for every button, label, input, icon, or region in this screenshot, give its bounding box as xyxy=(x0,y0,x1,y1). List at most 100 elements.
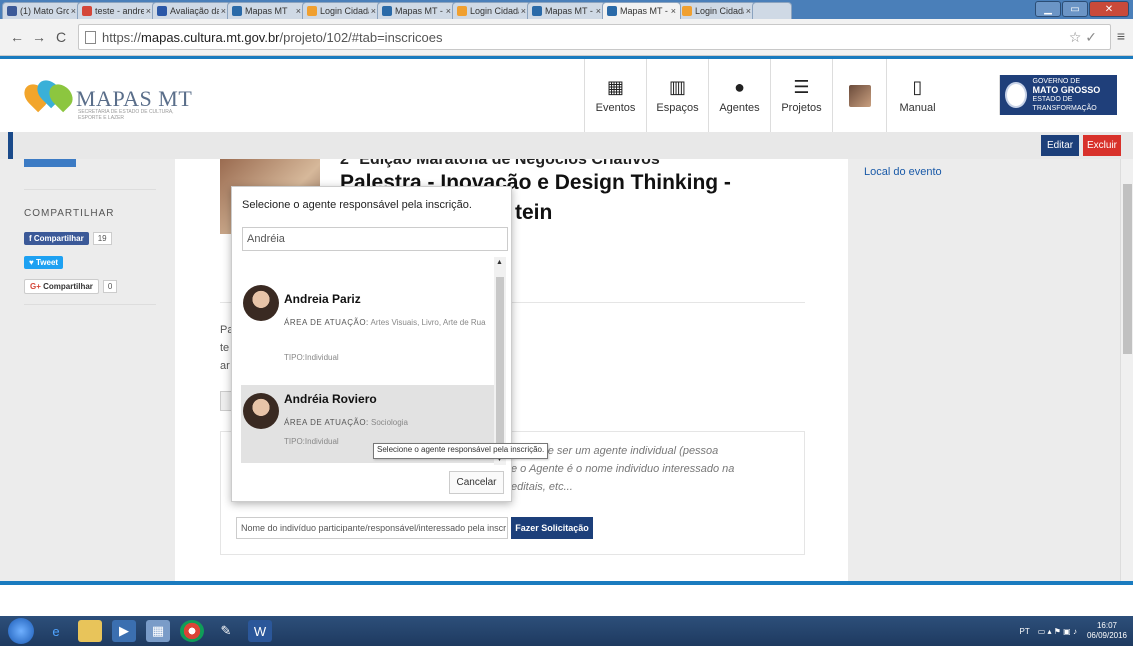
minimize-icon[interactable]: ▁ xyxy=(1035,1,1061,17)
gplus-share[interactable]: G+ Compartilhar 0 xyxy=(24,279,118,294)
agent-type: TIPO:Individual xyxy=(284,353,339,362)
tab-close-icon[interactable]: × xyxy=(296,6,301,16)
divider xyxy=(24,189,156,190)
clock-date: 06/09/2016 xyxy=(1086,631,1127,640)
window-controls: ▁ ▭ ✕ xyxy=(1035,1,1129,17)
cancel-button[interactable]: Cancelar xyxy=(449,471,504,494)
tab-close-icon[interactable]: × xyxy=(146,6,151,16)
map-pins-icon xyxy=(19,75,78,121)
browser-tab[interactable]: Mapas MT - Pal× xyxy=(527,2,606,19)
nav-item-espaços[interactable]: ▥ Espaços xyxy=(646,59,708,132)
state-seal-icon xyxy=(1005,82,1027,108)
media-icon[interactable]: ▶ xyxy=(112,620,136,642)
facebook-share-label: Compartilhar xyxy=(33,234,84,243)
nav-item-manual[interactable]: ▯ Manual xyxy=(886,59,948,132)
tab-close-icon[interactable]: × xyxy=(221,6,226,16)
address-bar[interactable]: https://mapas.cultura.mt.gov.br/projeto/… xyxy=(78,24,1111,50)
browser-tab[interactable]: Login Cidadão× xyxy=(302,2,381,19)
calendar-icon: ▦ xyxy=(606,77,624,97)
browser-tab[interactable]: Login Cidadão× xyxy=(677,2,756,19)
tab-favicon-icon xyxy=(307,6,317,16)
scroll-up-icon[interactable]: ▲ xyxy=(496,259,503,266)
left-sidebar: COMPARTILHAR f Compartilhar 19 ♥ Tweet G… xyxy=(0,159,175,581)
participant-name-input[interactable]: Nome do indivíduo participante/responsáv… xyxy=(236,517,508,539)
gplus-share-label: Compartilhar xyxy=(43,282,93,291)
agent-item[interactable]: Andreia Pariz ÁREA DE ATUAÇÃO: Artes Vis… xyxy=(241,285,496,363)
nav-item-projetos[interactable]: ☰ Projetos xyxy=(770,59,832,132)
dialog-title: Selecione o agente responsável pela insc… xyxy=(242,199,472,211)
area-label: ÁREA DE ATUAÇÃO: xyxy=(284,318,369,327)
tab-close-icon[interactable]: × xyxy=(596,6,601,16)
agent-list-scrollbar[interactable]: ▲ ▼ xyxy=(494,257,506,465)
bookmark-star-icon[interactable]: ☆ ✓ xyxy=(1069,29,1097,46)
browser-tab[interactable]: Login Cidadão× xyxy=(452,2,531,19)
info-line: Ele deve ser um agente individual (pesso… xyxy=(511,445,719,457)
facebook-share[interactable]: f Compartilhar 19 xyxy=(24,232,112,245)
gplus-share-button[interactable]: G+ Compartilhar xyxy=(24,279,99,294)
facebook-share-button[interactable]: f Compartilhar xyxy=(24,232,89,245)
tab-close-icon[interactable]: × xyxy=(671,6,676,16)
calculator-icon[interactable]: ▦ xyxy=(146,620,170,642)
browser-tab[interactable]: Mapas MT × xyxy=(227,2,306,19)
project-title-line1: 2ª Edição Maratona de Negócios Criativos xyxy=(340,159,660,168)
agent-list-scrollbar-thumb[interactable] xyxy=(496,277,504,452)
project-title-line3: tein xyxy=(515,201,553,224)
keyboard-icon[interactable]: ▭ ▴ ⚑ ▣ ♪ xyxy=(1038,627,1077,636)
delete-button[interactable]: Excluir xyxy=(1083,135,1121,156)
type-value: Individual xyxy=(304,353,339,362)
browser-tab[interactable]: teste - andreia× xyxy=(77,2,156,19)
nav-label: Eventos xyxy=(595,102,636,114)
gov-name: MATO GROSSO xyxy=(1032,85,1101,95)
edit-button[interactable]: Editar xyxy=(1041,135,1079,156)
tab-close-icon[interactable]: × xyxy=(71,6,76,16)
browser-tab[interactable]: Mapas MT - Pal× xyxy=(602,2,681,19)
paint-icon[interactable]: ✎ xyxy=(214,620,238,642)
nav-item-user[interactable] xyxy=(832,59,886,132)
site-logo[interactable]: MAPAS MT SECRETARIA DE ESTADO DE CULTURA… xyxy=(19,75,192,121)
avatar[interactable] xyxy=(848,84,871,107)
tab-title: Login Cidadão xyxy=(470,6,519,16)
ie-icon[interactable]: e xyxy=(44,620,68,642)
browser-tab[interactable]: (1) Mato Gross× xyxy=(2,2,81,19)
folder-icon[interactable] xyxy=(78,620,102,642)
tweet-button[interactable]: ♥ Tweet xyxy=(24,256,64,269)
tab-close-icon[interactable]: × xyxy=(371,6,376,16)
taskbar: e ▶ ▦ ✎ W PT ▭ ▴ ⚑ ▣ ♪ 16:07 06/09/2016 xyxy=(0,616,1133,646)
clock[interactable]: 16:07 06/09/2016 xyxy=(1087,621,1127,641)
area-label: ÁREA DE ATUAÇÃO: xyxy=(284,418,369,427)
tab-close-icon[interactable]: × xyxy=(521,6,526,16)
admin-bar: Editar Excluir xyxy=(0,132,1133,159)
new-tab-button[interactable] xyxy=(752,2,792,19)
tab-close-icon[interactable]: × xyxy=(446,6,451,16)
agent-area: ÁREA DE ATUAÇÃO: Sociologia xyxy=(284,416,489,430)
tab-favicon-icon xyxy=(532,6,542,16)
nav-item-eventos[interactable]: ▦ Eventos xyxy=(584,59,646,132)
reload-icon[interactable]: C xyxy=(52,29,70,45)
event-location-link[interactable]: Local do evento xyxy=(864,166,942,178)
chrome-icon[interactable] xyxy=(180,620,204,642)
tab-favicon-icon xyxy=(7,6,17,16)
tab-close-icon[interactable]: × xyxy=(746,6,751,16)
forward-arrow-icon[interactable]: → xyxy=(30,29,48,45)
request-button[interactable]: Fazer Solicitação xyxy=(511,517,593,539)
page-scrollbar-thumb[interactable] xyxy=(1123,184,1132,354)
nav-item-agentes[interactable]: ● Agentes xyxy=(708,59,770,132)
menu-icon[interactable]: ≡ xyxy=(1117,28,1125,44)
tab-favicon-icon xyxy=(232,6,242,16)
avatar xyxy=(243,285,279,321)
start-button-icon[interactable] xyxy=(8,618,34,644)
close-window-icon[interactable]: ✕ xyxy=(1089,1,1129,17)
browser-tab[interactable]: Avaliação das C× xyxy=(152,2,231,19)
tab-favicon-icon xyxy=(157,6,167,16)
maximize-icon[interactable]: ▭ xyxy=(1062,1,1088,17)
tab-favicon-icon xyxy=(682,6,692,16)
tab-title: Login Cidadão xyxy=(320,6,369,16)
back-arrow-icon[interactable]: ← xyxy=(8,29,26,45)
agent-search-input[interactable] xyxy=(242,227,508,251)
word-icon[interactable]: W xyxy=(248,620,272,642)
twitter-share[interactable]: ♥ Tweet xyxy=(24,256,64,269)
page-scrollbar[interactable] xyxy=(1120,159,1133,581)
sidebar-top-button[interactable] xyxy=(24,159,76,167)
browser-tab[interactable]: Mapas MT - - N× xyxy=(377,2,456,19)
language-indicator[interactable]: PT xyxy=(1020,627,1030,636)
